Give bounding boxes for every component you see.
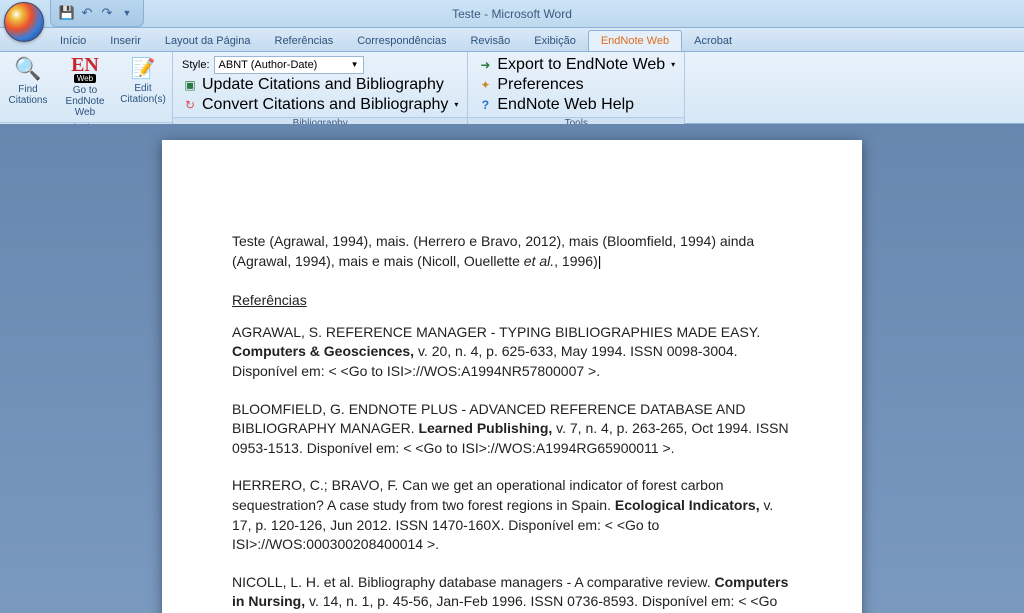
- tab-correspondencias[interactable]: Correspondências: [345, 31, 458, 51]
- update-icon: ▣: [182, 77, 198, 93]
- redo-icon[interactable]: ↷: [99, 5, 115, 21]
- document-area[interactable]: Teste (Agrawal, 1994), mais. (Herrero e …: [0, 124, 1024, 613]
- edit-citations-button[interactable]: 📝 Edit Citation(s): [118, 54, 168, 107]
- ribbon-tabs: Início Inserir Layout da Página Referênc…: [0, 28, 1024, 52]
- reference-entry: NICOLL, L. H. et al. Bibliography databa…: [232, 573, 792, 613]
- tab-endnote-web[interactable]: EndNote Web: [588, 30, 682, 51]
- save-icon[interactable]: 💾: [59, 5, 75, 21]
- references-heading: Referências: [232, 291, 792, 311]
- ribbon: 🔍 Find Citations ENWeb Go to EndNote Web…: [0, 52, 1024, 124]
- tab-acrobat[interactable]: Acrobat: [682, 31, 744, 51]
- window-title: Teste - Microsoft Word: [0, 7, 1024, 21]
- export-icon: ➜: [477, 57, 493, 73]
- chevron-down-icon: ▾: [671, 60, 675, 69]
- group-bibliography: Style: ABNT (Author-Date) ▼ ▣ Update Cit…: [173, 52, 468, 123]
- group-tools: ➜ Export to EndNote Web ▾ ✦ Preferences …: [468, 52, 685, 123]
- qat-dropdown-icon[interactable]: ▼: [119, 5, 135, 21]
- style-value: ABNT (Author-Date): [219, 59, 318, 71]
- chevron-down-icon: ▼: [351, 60, 359, 69]
- tab-layout[interactable]: Layout da Página: [153, 31, 263, 51]
- tab-inicio[interactable]: Início: [48, 31, 98, 51]
- quick-access-toolbar: 💾 ↶ ↷ ▼: [50, 0, 144, 27]
- style-dropdown[interactable]: ABNT (Author-Date) ▼: [214, 56, 364, 74]
- document-page[interactable]: Teste (Agrawal, 1994), mais. (Herrero e …: [162, 140, 862, 613]
- export-endnote-button[interactable]: ➜ Export to EndNote Web ▾: [474, 55, 678, 74]
- convert-citations-button[interactable]: ↻ Convert Citations and Bibliography ▾: [179, 95, 461, 114]
- body-paragraph: Teste (Agrawal, 1994), mais. (Herrero e …: [232, 232, 792, 271]
- tab-inserir[interactable]: Inserir: [98, 31, 153, 51]
- tab-referencias[interactable]: Referências: [263, 31, 346, 51]
- pencil-paper-icon: 📝: [131, 56, 156, 81]
- reference-entry: BLOOMFIELD, G. ENDNOTE PLUS - ADVANCED R…: [232, 400, 792, 459]
- group-citations: 🔍 Find Citations ENWeb Go to EndNote Web…: [0, 52, 173, 123]
- endnote-logo-icon: ENWeb: [71, 56, 99, 83]
- office-button[interactable]: [4, 2, 44, 42]
- style-row: Style: ABNT (Author-Date) ▼: [179, 55, 367, 74]
- reference-entry: AGRAWAL, S. REFERENCE MANAGER - TYPING B…: [232, 323, 792, 382]
- update-citations-button[interactable]: ▣ Update Citations and Bibliography: [179, 75, 447, 94]
- preferences-button[interactable]: ✦ Preferences: [474, 75, 586, 94]
- goto-endnote-button[interactable]: ENWeb Go to EndNote Web: [52, 54, 118, 120]
- title-bar: 💾 ↶ ↷ ▼ Teste - Microsoft Word: [0, 0, 1024, 28]
- help-icon: ?: [477, 97, 493, 113]
- preferences-icon: ✦: [477, 77, 493, 93]
- style-label: Style:: [182, 59, 210, 71]
- chevron-down-icon: ▾: [454, 100, 458, 109]
- help-button[interactable]: ? EndNote Web Help: [474, 95, 637, 114]
- tab-exibicao[interactable]: Exibição: [522, 31, 588, 51]
- find-citations-button[interactable]: 🔍 Find Citations: [4, 54, 52, 108]
- undo-icon[interactable]: ↶: [79, 5, 95, 21]
- reference-entry: HERRERO, C.; BRAVO, F. Can we get an ope…: [232, 476, 792, 554]
- tab-revisao[interactable]: Revisão: [458, 31, 522, 51]
- convert-icon: ↻: [182, 97, 198, 113]
- magnifier-icon: 🔍: [14, 56, 41, 82]
